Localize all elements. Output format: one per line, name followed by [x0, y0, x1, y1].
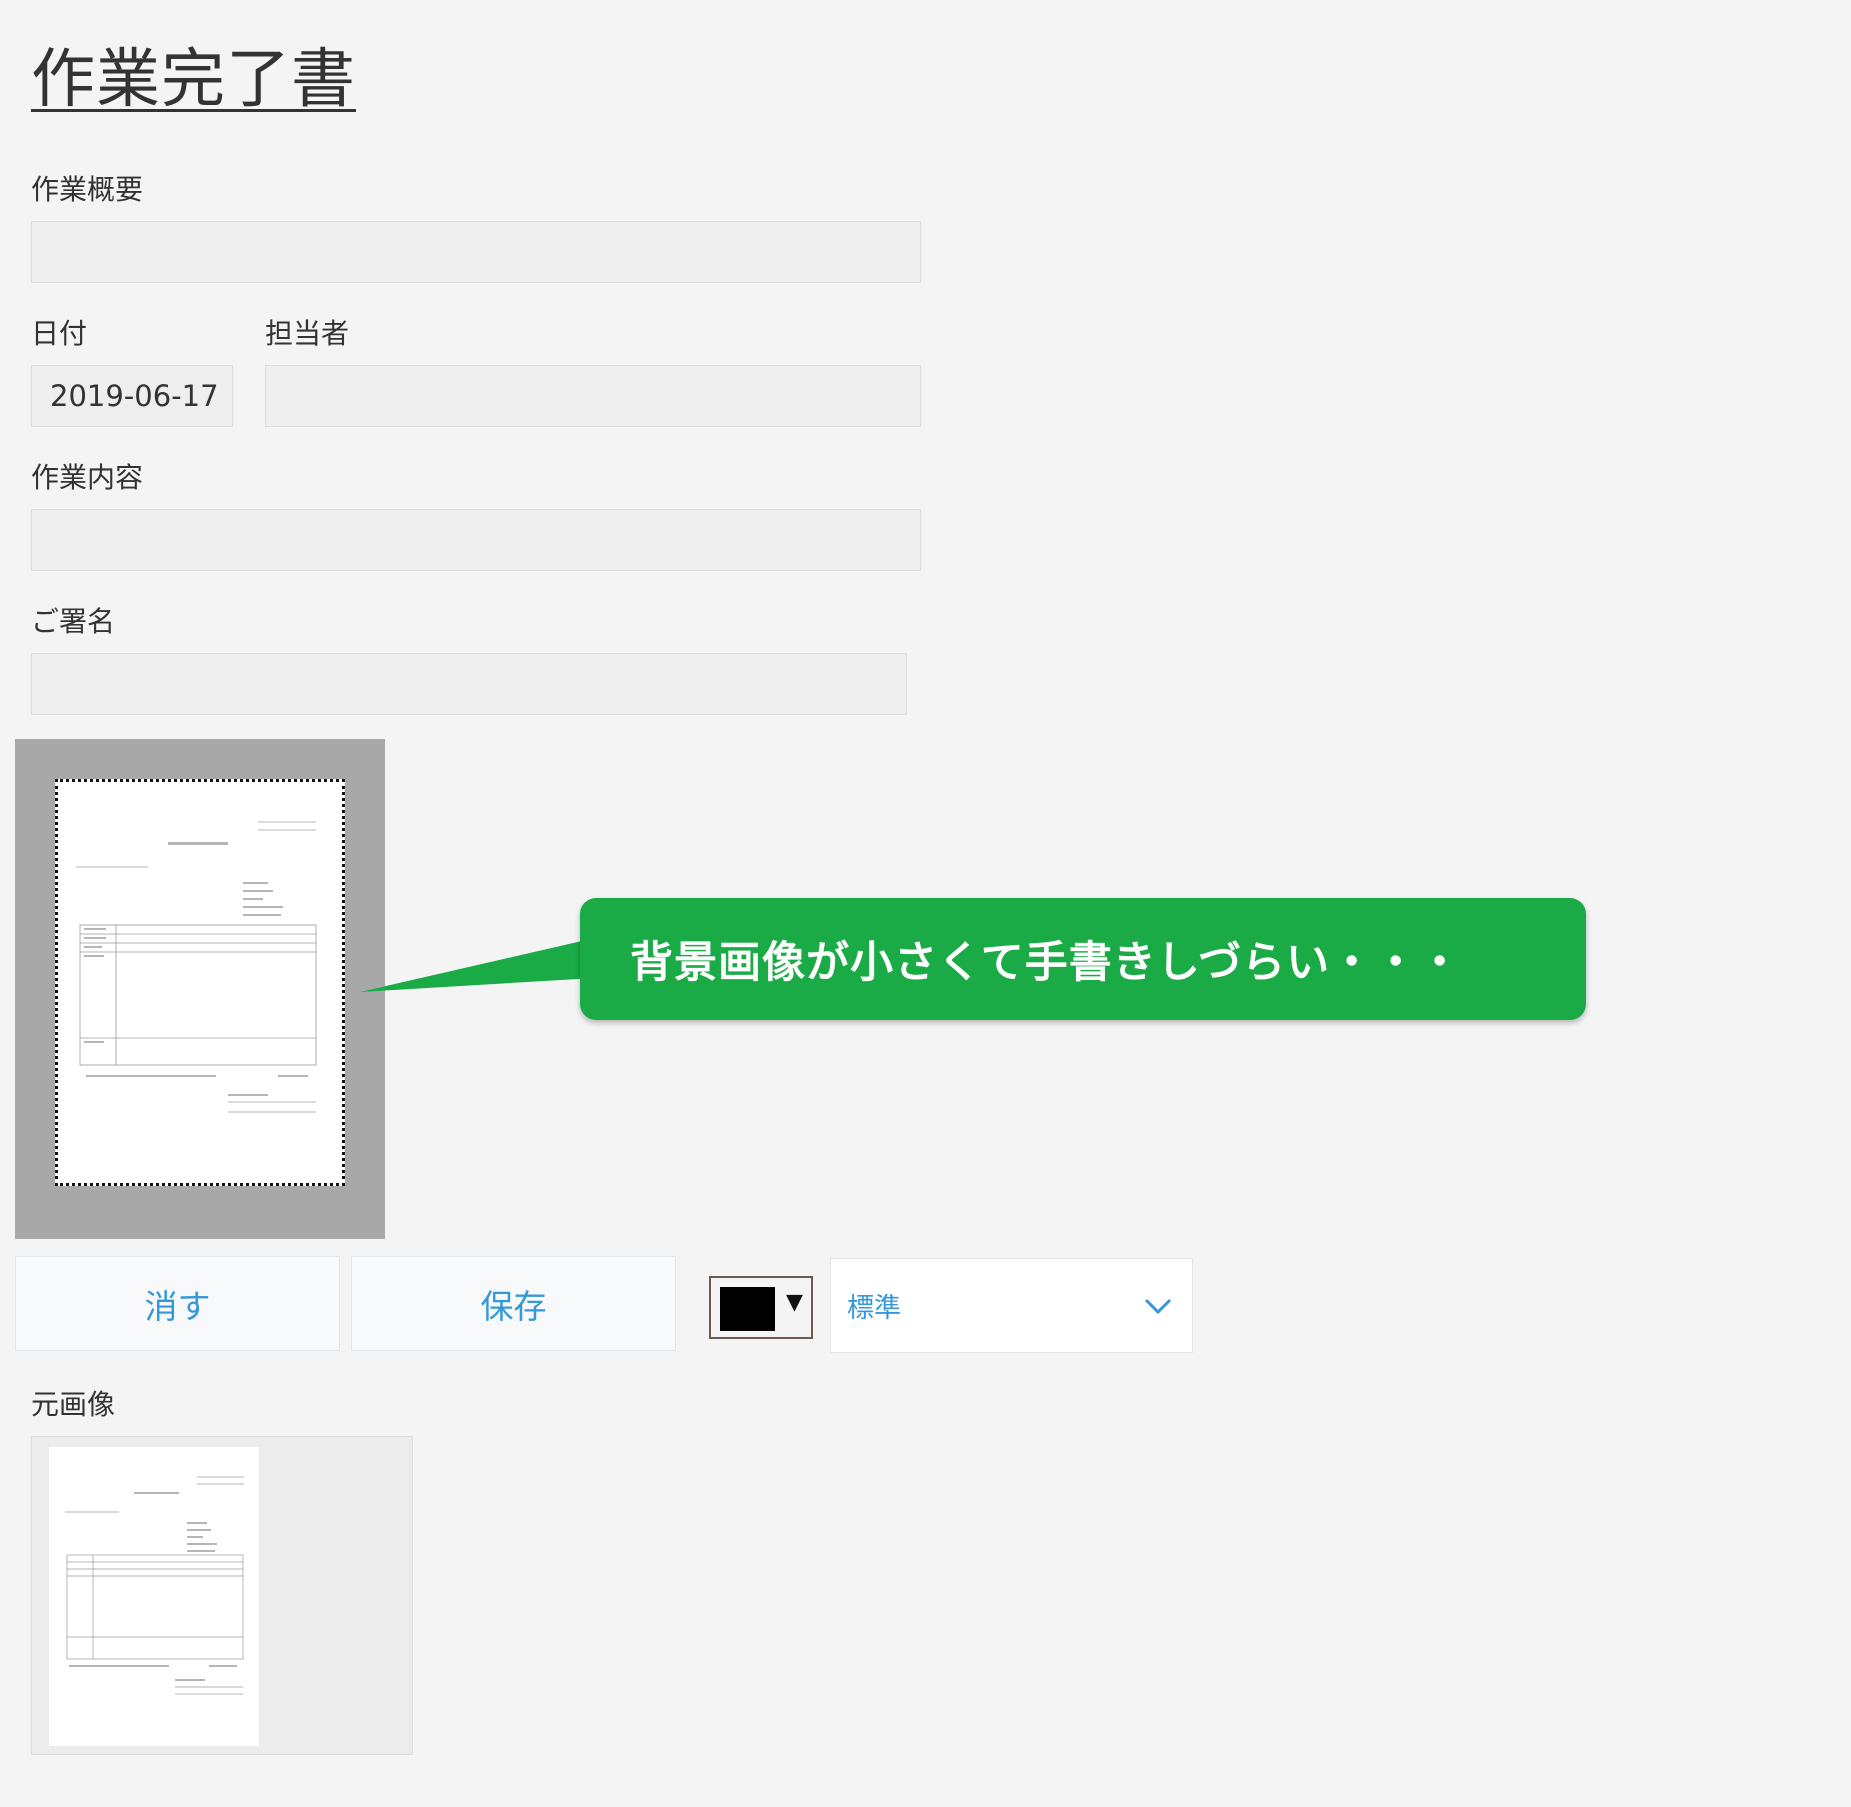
date-label: 日付 [31, 317, 88, 350]
pen-size-selected: 標準 [847, 1293, 901, 1324]
save-button[interactable]: 保存 [351, 1256, 676, 1351]
signature-label: ご署名 [31, 605, 116, 638]
callout-bubble: 背景画像が小さくて手書きしづらい・・・ [580, 898, 1586, 1020]
original-image-thumbnail [49, 1447, 259, 1746]
person-label: 担当者 [265, 317, 350, 350]
content-field[interactable] [31, 509, 921, 571]
clear-button[interactable]: 消す [15, 1256, 340, 1351]
summary-field[interactable] [31, 221, 921, 283]
original-image-box[interactable] [31, 1436, 413, 1755]
content-label: 作業内容 [31, 461, 144, 494]
summary-label: 作業概要 [31, 173, 144, 206]
signature-field[interactable] [31, 653, 907, 715]
pen-color-picker[interactable]: ▼ [709, 1276, 813, 1339]
date-field[interactable]: 2019-06-17 [31, 365, 233, 427]
color-swatch [720, 1287, 775, 1331]
original-image-label: 元画像 [31, 1388, 116, 1421]
callout-text: 背景画像が小さくて手書きしづらい・・・ [630, 938, 1463, 988]
background-document-image[interactable] [55, 779, 345, 1186]
chevron-down-icon [1144, 1298, 1172, 1315]
dropdown-arrow-icon: ▼ [786, 1290, 803, 1315]
pen-size-select[interactable]: 標準 [830, 1258, 1193, 1353]
document-preview-graphic [76, 821, 317, 1113]
person-field[interactable] [265, 365, 921, 427]
page-title: 作業完了書 [31, 43, 356, 117]
signature-canvas[interactable] [15, 739, 385, 1239]
original-document-graphic [65, 1476, 244, 1695]
callout-pointer [360, 938, 595, 992]
